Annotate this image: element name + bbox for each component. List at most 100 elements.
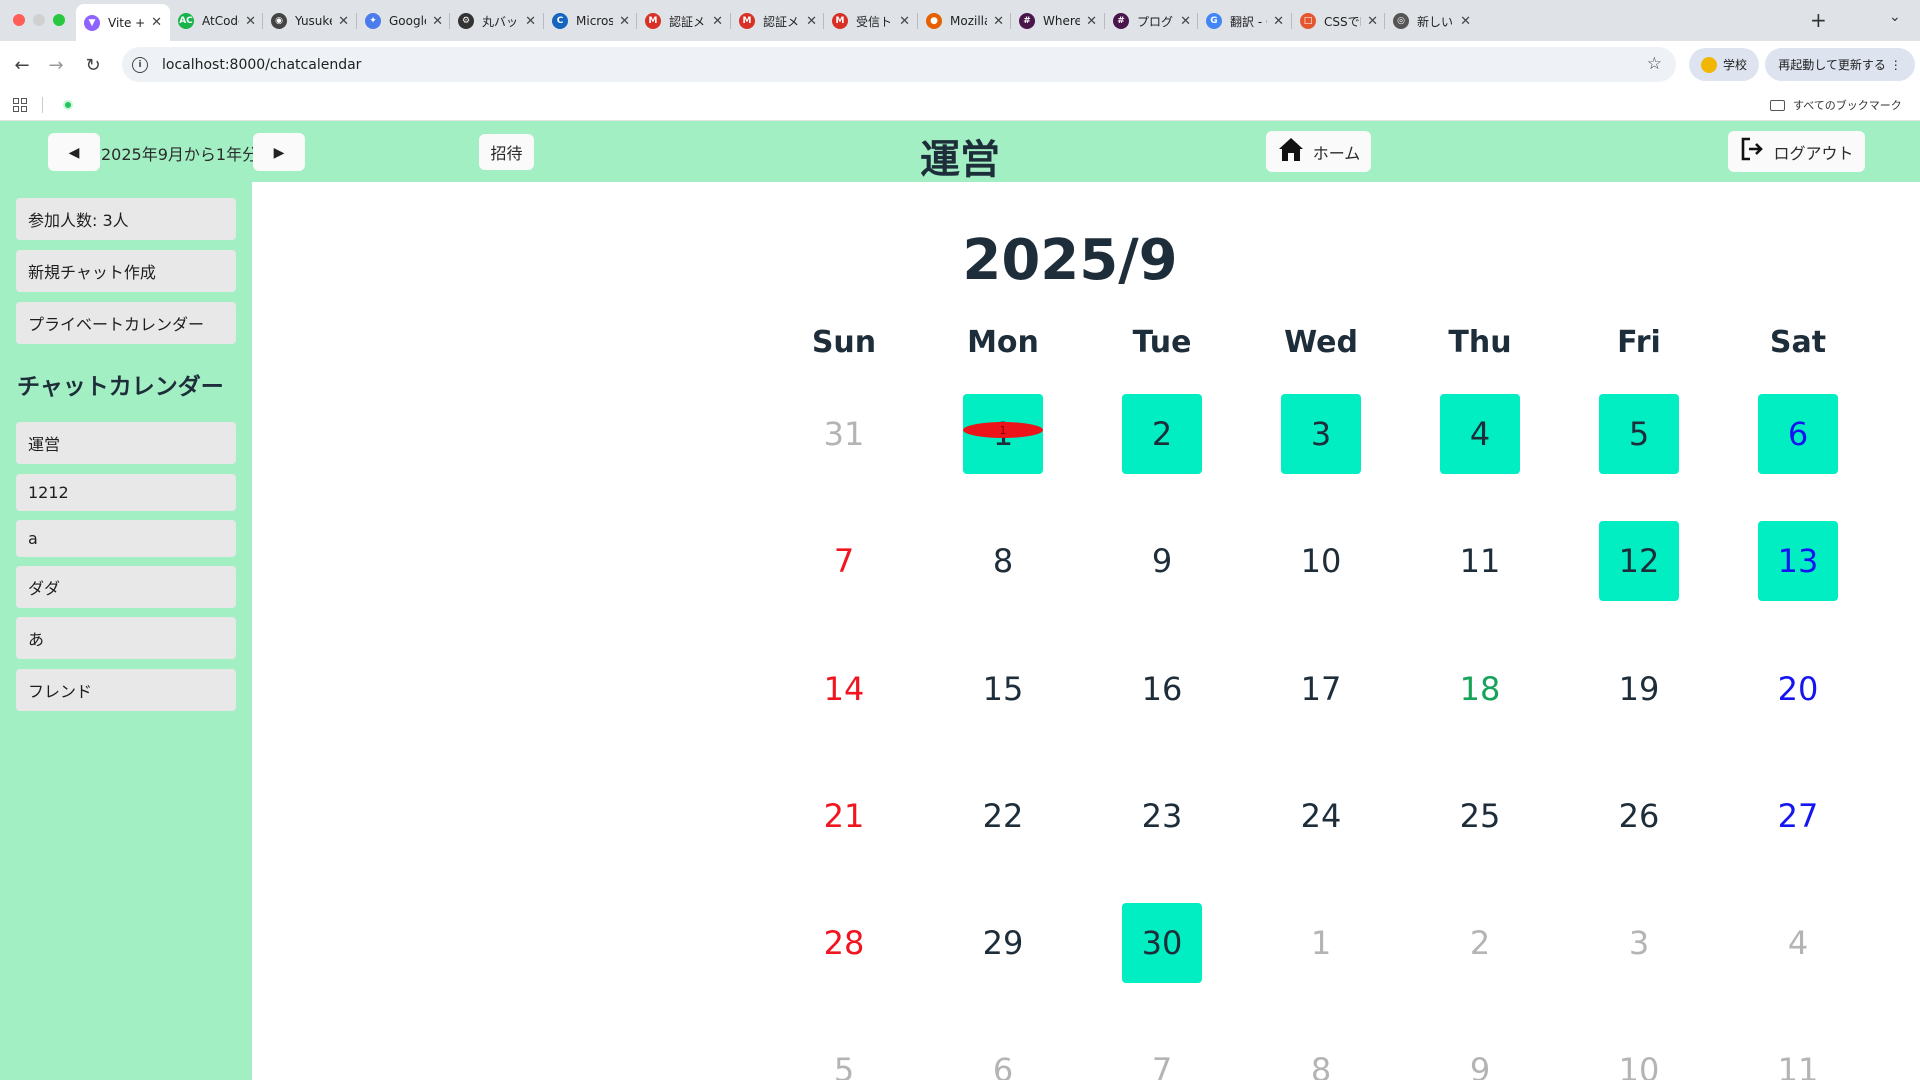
participants-count-button[interactable]: 参加人数: 3人: [16, 198, 236, 240]
tab-close-icon[interactable]: ✕: [525, 14, 536, 29]
tab-close-icon[interactable]: ✕: [432, 14, 443, 29]
browser-tab[interactable]: C Microso ✕: [544, 6, 638, 36]
new-tab-button[interactable]: +: [1810, 8, 1827, 32]
calendar-day[interactable]: 11: [1758, 1030, 1838, 1080]
zoom-window-button[interactable]: [53, 14, 65, 26]
profile-button[interactable]: 学校: [1689, 48, 1759, 81]
calendar-day-with-event[interactable]: 6: [1758, 394, 1838, 474]
apps-grid-icon[interactable]: [13, 98, 27, 112]
calendar-day[interactable]: 18: [1440, 649, 1520, 729]
tab-close-icon[interactable]: ✕: [899, 14, 910, 29]
browser-tab[interactable]: ⚙ 丸バッジ ✕: [450, 6, 544, 36]
tab-close-icon[interactable]: ✕: [338, 14, 349, 29]
forward-icon[interactable]: →: [43, 52, 69, 78]
tab-close-icon[interactable]: ✕: [1273, 14, 1284, 29]
calendar-day[interactable]: 6: [963, 1030, 1043, 1080]
calendar-day[interactable]: 7: [804, 521, 884, 601]
prev-month-button[interactable]: ◀: [48, 133, 100, 171]
bookmark-star-icon[interactable]: ☆: [1647, 54, 1662, 74]
tab-close-icon[interactable]: ✕: [993, 14, 1004, 29]
browser-tab[interactable]: ◉ Yusuke ✕: [263, 6, 357, 36]
relaunch-update-button[interactable]: 再起動して更新する ⋮: [1765, 48, 1915, 81]
calendar-day[interactable]: 25: [1440, 776, 1520, 856]
private-calendar-button[interactable]: プライベートカレンダー: [16, 302, 236, 344]
calendar-day[interactable]: 1: [1281, 903, 1361, 983]
calendar-day[interactable]: 5: [804, 1030, 884, 1080]
calendar-day-with-event[interactable]: 12: [1599, 521, 1679, 601]
calendar-day[interactable]: 2: [1440, 903, 1520, 983]
browser-tab[interactable]: G 翻訳 - G ✕: [1198, 6, 1292, 36]
calendar-day[interactable]: 20: [1758, 649, 1838, 729]
calendar-day[interactable]: 15: [963, 649, 1043, 729]
calendar-day[interactable]: 26: [1599, 776, 1679, 856]
invite-button[interactable]: 招待: [479, 134, 534, 170]
calendar-day-with-event[interactable]: 5: [1599, 394, 1679, 474]
calendar-day[interactable]: 24: [1281, 776, 1361, 856]
tab-close-icon[interactable]: ✕: [619, 14, 630, 29]
browser-tab[interactable]: M 受信トレ ✕: [824, 6, 918, 36]
calendar-day[interactable]: 9: [1440, 1030, 1520, 1080]
calendar-day[interactable]: 19: [1599, 649, 1679, 729]
sidebar-item-chat[interactable]: 運営: [16, 422, 236, 464]
calendar-day[interactable]: 16: [1122, 649, 1202, 729]
site-info-icon[interactable]: i: [132, 56, 148, 73]
tab-close-icon[interactable]: ✕: [1460, 14, 1471, 29]
close-window-button[interactable]: [13, 14, 25, 26]
calendar-day[interactable]: 17: [1281, 649, 1361, 729]
calendar-day[interactable]: 28: [804, 903, 884, 983]
browser-tab[interactable]: ◎ 新しいタ ✕: [1385, 6, 1479, 36]
new-chat-button[interactable]: 新規チャット作成: [16, 250, 236, 292]
tab-close-icon[interactable]: ✕: [806, 14, 817, 29]
calendar-day[interactable]: 3: [1599, 903, 1679, 983]
sidebar-item-chat[interactable]: 1212: [16, 474, 236, 511]
calendar-day[interactable]: 7: [1122, 1030, 1202, 1080]
browser-tab[interactable]: # Where ✕: [1011, 6, 1105, 36]
calendar-day-with-event[interactable]: 4: [1440, 394, 1520, 474]
next-month-button[interactable]: ▶: [253, 133, 305, 171]
calendar-day[interactable]: 22: [963, 776, 1043, 856]
browser-tab[interactable]: ● Mozilla ✕: [918, 6, 1012, 36]
calendar-day[interactable]: 23: [1122, 776, 1202, 856]
calendar-day[interactable]: 8: [1281, 1030, 1361, 1080]
extension-status-icon[interactable]: [63, 100, 73, 110]
sidebar-item-chat[interactable]: ダダ: [16, 566, 236, 608]
address-bar[interactable]: i localhost:8000/chatcalendar ☆: [122, 47, 1676, 82]
calendar-day[interactable]: 14: [804, 649, 884, 729]
url-text[interactable]: localhost:8000/chatcalendar: [162, 57, 361, 73]
browser-tab[interactable]: ✦ Google ✕: [357, 6, 451, 36]
calendar-day-with-event[interactable]: 11: [963, 394, 1043, 474]
sidebar-item-chat[interactable]: a: [16, 520, 236, 557]
calendar-day[interactable]: 27: [1758, 776, 1838, 856]
calendar-day-with-event[interactable]: 13: [1758, 521, 1838, 601]
tab-close-icon[interactable]: ✕: [1180, 14, 1191, 29]
calendar-day[interactable]: 10: [1599, 1030, 1679, 1080]
calendar-day-with-event[interactable]: 30: [1122, 903, 1202, 983]
browser-tab[interactable]: □ CSSでF ✕: [1292, 6, 1386, 36]
tab-close-icon[interactable]: ✕: [1367, 14, 1378, 29]
browser-tab[interactable]: M 認証メー ✕: [637, 6, 731, 36]
calendar-day[interactable]: 4: [1758, 903, 1838, 983]
calendar-day[interactable]: 21: [804, 776, 884, 856]
sidebar-item-chat[interactable]: あ: [16, 617, 236, 659]
calendar-day-with-event[interactable]: 3: [1281, 394, 1361, 474]
calendar-day[interactable]: 9: [1122, 521, 1202, 601]
reload-icon[interactable]: ↻: [80, 52, 106, 78]
event-count-badge[interactable]: 1: [963, 422, 1043, 438]
logout-button[interactable]: ログアウト: [1728, 131, 1865, 172]
tab-close-icon[interactable]: ✕: [151, 15, 162, 30]
minimize-window-button[interactable]: [33, 14, 45, 26]
calendar-day[interactable]: 11: [1440, 521, 1520, 601]
all-bookmarks-button[interactable]: すべてのブックマーク: [1770, 97, 1902, 113]
browser-tab[interactable]: AC AtCode ✕: [170, 6, 264, 36]
back-icon[interactable]: ←: [9, 52, 35, 78]
calendar-day[interactable]: 8: [963, 521, 1043, 601]
tab-close-icon[interactable]: ✕: [712, 14, 723, 29]
calendar-day[interactable]: 31: [804, 394, 884, 474]
calendar-day[interactable]: 29: [963, 903, 1043, 983]
browser-tab[interactable]: # プログラ ✕: [1105, 6, 1199, 36]
calendar-day-with-event[interactable]: 2: [1122, 394, 1202, 474]
sidebar-item-chat[interactable]: フレンド: [16, 669, 236, 711]
tab-close-icon[interactable]: ✕: [245, 14, 256, 29]
browser-tab[interactable]: M 認証メー ✕: [731, 6, 825, 36]
home-button[interactable]: ホーム: [1266, 131, 1371, 172]
